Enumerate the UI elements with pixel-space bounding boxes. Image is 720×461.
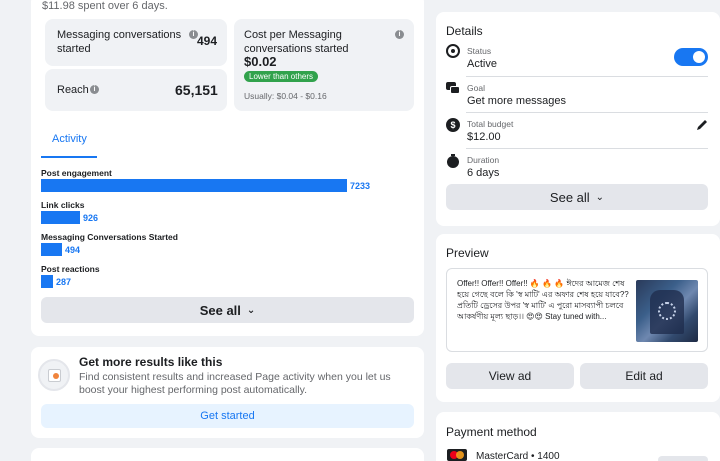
goal-value: Get more messages xyxy=(467,95,567,107)
bar-messaging-conversations xyxy=(41,243,62,256)
bar-value: 494 xyxy=(65,245,81,255)
messaging-metric-label: Messaging conversations started xyxy=(57,29,182,55)
get-started-label: Get started xyxy=(200,410,255,422)
card-text: MasterCard • 1400 xyxy=(476,451,560,461)
cost-usual-range: Usually: $0.04 - $0.16 xyxy=(244,91,327,101)
spent-summary: $11.98 spent over 6 days. xyxy=(42,0,168,12)
payment-action-button[interactable] xyxy=(658,456,708,461)
duration-value: 6 days xyxy=(467,167,500,179)
duration-label: Duration xyxy=(467,155,500,165)
dollar-icon: $ xyxy=(446,118,460,132)
bar-label: Messaging Conversations Started xyxy=(41,232,178,242)
stopwatch-icon xyxy=(446,154,460,168)
goal-label: Goal xyxy=(467,83,485,93)
divider xyxy=(466,76,708,77)
view-ad-button[interactable]: View ad xyxy=(446,363,574,389)
bar-label: Post engagement xyxy=(41,168,112,178)
bar-value: 7233 xyxy=(350,181,371,191)
edit-ad-button[interactable]: Edit ad xyxy=(580,363,708,389)
reach-metric-label: Reach xyxy=(57,84,89,96)
promo-icon xyxy=(38,359,70,391)
see-all-label: See all xyxy=(549,189,590,205)
preview-title: Preview xyxy=(446,246,489,260)
next-card xyxy=(31,448,424,461)
promo-body: Find consistent results and increased Pa… xyxy=(79,371,391,396)
tab-activity-underline xyxy=(41,156,97,158)
payment-title: Payment method xyxy=(446,425,537,439)
bar-value: 926 xyxy=(83,213,99,223)
cost-metric-value: $0.02 xyxy=(244,54,277,69)
bar-link-clicks xyxy=(41,211,80,224)
bar-value: 287 xyxy=(56,277,72,287)
activity-see-all-button[interactable]: See all ⌄ xyxy=(41,297,414,323)
get-started-button[interactable]: Get started xyxy=(41,404,414,428)
info-icon[interactable]: i xyxy=(90,85,99,94)
promo-title: Get more results like this xyxy=(79,355,223,369)
budget-value: $12.00 xyxy=(467,131,501,143)
mastercard-icon xyxy=(447,449,467,461)
budget-label: Total budget xyxy=(467,119,514,129)
status-value: Active xyxy=(467,58,497,70)
reach-metric-value: 65,151 xyxy=(175,82,218,98)
see-all-label: See all xyxy=(199,302,241,318)
divider xyxy=(466,112,708,113)
bar-label: Link clicks xyxy=(41,200,85,210)
cost-badge: Lower than others xyxy=(244,71,319,82)
divider xyxy=(466,148,708,149)
chevron-down-icon: ⌄ xyxy=(246,304,256,316)
chevron-down-icon: ⌄ xyxy=(595,191,605,203)
status-label: Status xyxy=(467,46,492,56)
messaging-metric-value: 494 xyxy=(197,34,218,48)
tab-activity[interactable]: Activity xyxy=(52,133,87,145)
edit-pencil-icon[interactable] xyxy=(695,118,709,132)
chat-icon xyxy=(446,82,460,96)
ad-image xyxy=(636,280,698,342)
ad-post-text: Offer!! Offer!! Offer!! 🔥 🔥 🔥 ঈদের আমেজ … xyxy=(457,279,629,321)
info-icon[interactable]: i xyxy=(395,30,404,39)
details-title: Details xyxy=(446,24,483,38)
cost-metric-label: Cost per Messaging conversations started xyxy=(244,29,349,55)
bar-post-reactions xyxy=(41,275,53,288)
edit-ad-label: Edit ad xyxy=(625,369,663,383)
bar-label: Post reactions xyxy=(41,264,100,274)
bar-post-engagement xyxy=(41,179,347,192)
details-see-all-button[interactable]: See all ⌄ xyxy=(446,184,708,210)
view-ad-label: View ad xyxy=(488,369,532,383)
status-toggle[interactable] xyxy=(674,48,708,66)
status-radio-icon xyxy=(446,44,460,58)
